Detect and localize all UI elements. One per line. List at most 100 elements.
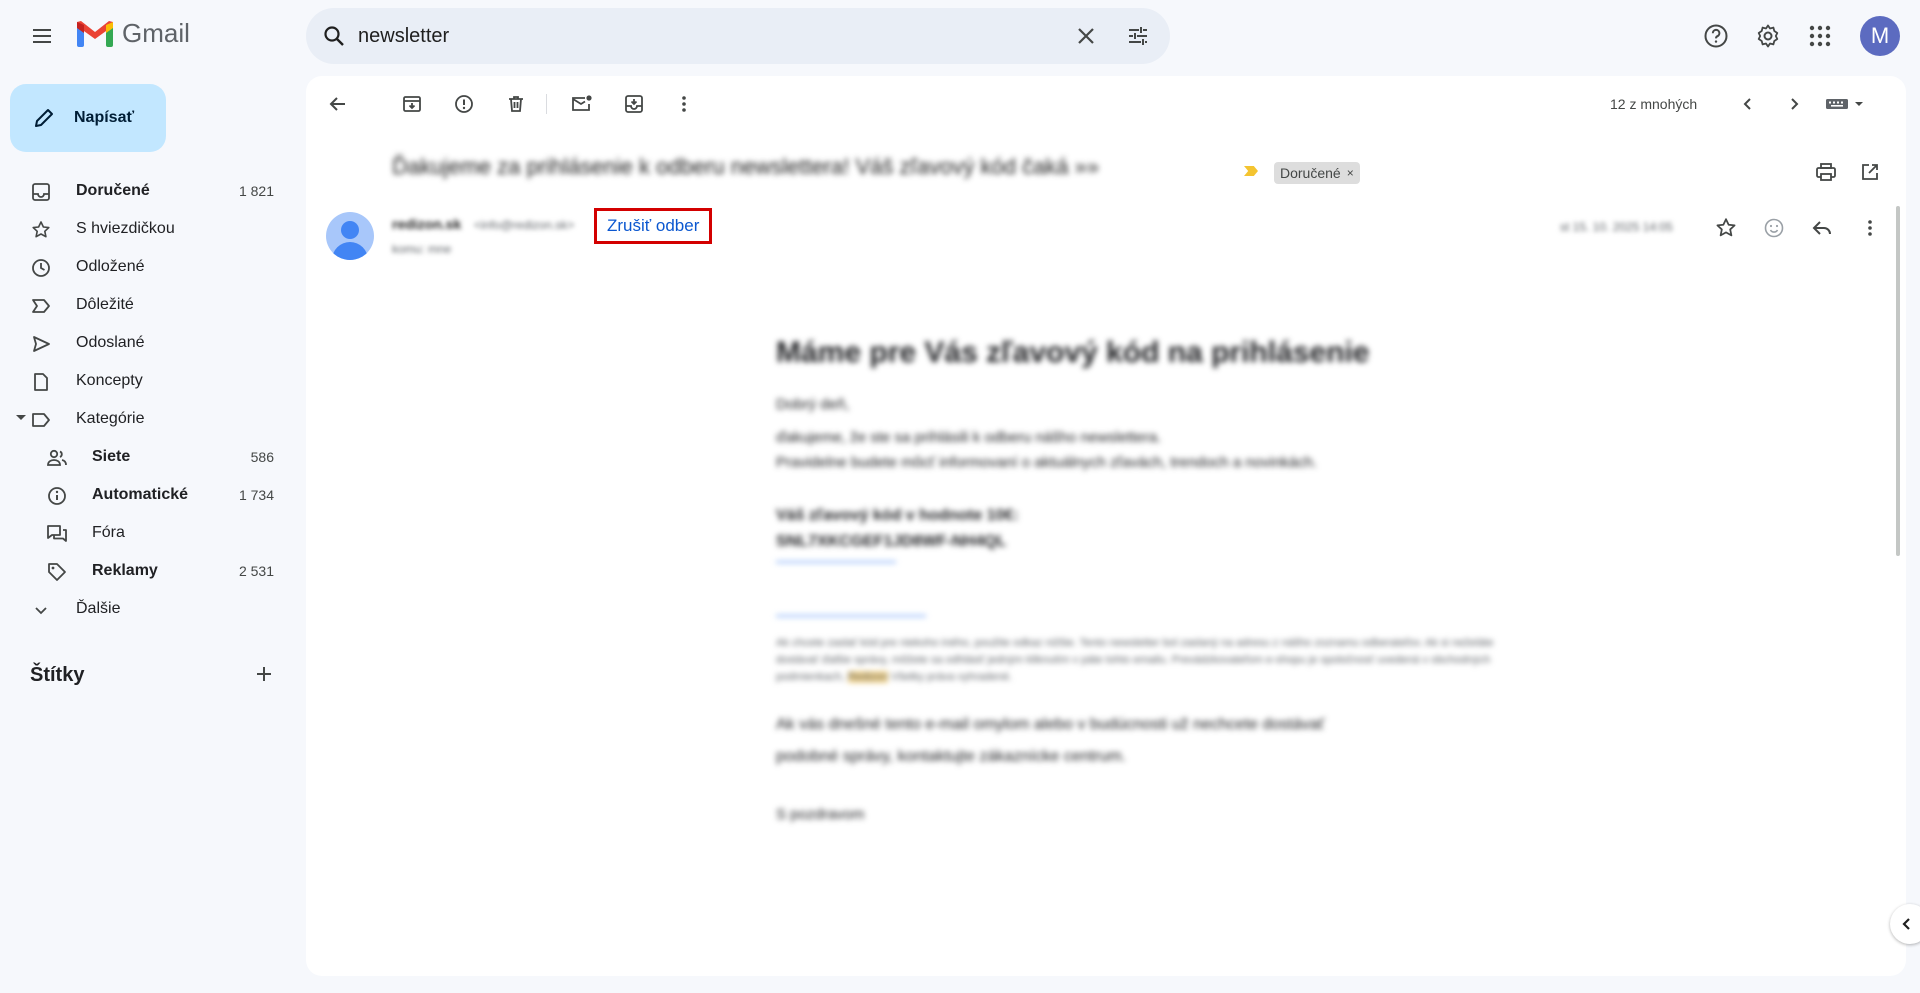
expand-caret-icon[interactable] (16, 415, 26, 420)
tune-icon (1129, 27, 1147, 45)
sidebar-item-social[interactable]: Siete 586 (0, 438, 290, 476)
trash-icon (509, 96, 523, 112)
search-options-button[interactable] (1122, 20, 1154, 52)
apps-grid-icon (1809, 25, 1831, 47)
chevron-left-icon (1902, 918, 1910, 930)
body-paragraph: Pravidelne budete môcť informovaní o akt… (776, 454, 1318, 471)
help-button[interactable] (1696, 16, 1736, 56)
body-paragraph: podobné správy, kontaktujte zákaznícke c… (776, 748, 1127, 765)
sidebar-item-label: Automatické (92, 486, 189, 503)
apps-button[interactable] (1800, 16, 1840, 56)
gmail-m-icon (77, 20, 113, 47)
sidebar-nav: Doručené 1 821 S hviezdičkou Odložené Dô… (0, 172, 290, 628)
message-view: 12 z mnohých Ďakujeme za prihlásenie k o… (306, 76, 1906, 976)
info-icon (46, 485, 68, 507)
sidebar-item-starred[interactable]: S hviezdičkou (0, 210, 290, 248)
body-paragraph: Ak vás dnešné tento e-mail omylom alebo … (776, 716, 1325, 733)
avatar-body (332, 242, 368, 260)
mark-unread-button[interactable] (564, 86, 600, 122)
create-label-button[interactable] (250, 660, 278, 688)
reply-button[interactable] (1804, 210, 1840, 246)
add-reaction-button[interactable] (1756, 210, 1792, 246)
close-icon (1078, 28, 1094, 44)
sidebar-item-updates[interactable]: Automatické 1 734 (0, 476, 290, 514)
sidebar-item-sent[interactable]: Odoslané (0, 324, 290, 362)
legal-highlight: Redizon (847, 671, 888, 683)
more-vert-icon (1868, 220, 1872, 236)
sidebar-item-label: Dôležité (76, 296, 134, 313)
sidebar-item-inbox[interactable]: Doručené 1 821 (0, 172, 290, 210)
main-menu-button[interactable] (22, 16, 62, 56)
labels-heading: Štítky (30, 664, 85, 686)
mail-unread-icon (572, 95, 592, 111)
compose-button[interactable]: Napísať (10, 84, 166, 152)
sidebar-item-snoozed[interactable]: Odložené (0, 248, 290, 286)
input-tools-button[interactable] (1816, 86, 1876, 122)
sidebar-item-label: Fóra (92, 524, 125, 541)
remove-label-icon[interactable]: × (1347, 166, 1354, 180)
inbox-label-chip: Doručené × (1274, 162, 1360, 184)
search-icon (324, 26, 344, 46)
sidebar-item-more[interactable]: Ďalšie (0, 590, 290, 628)
sidebar-item-count: 2 531 (238, 563, 274, 579)
sidebar-item-forums[interactable]: Fóra (0, 514, 290, 552)
arrow-left-icon (329, 97, 345, 111)
compose-label: Napísať (74, 109, 135, 126)
unsubscribe-link[interactable]: Zrušiť odber (594, 208, 713, 244)
settings-button[interactable] (1748, 16, 1788, 56)
clear-search-button[interactable] (1070, 20, 1102, 52)
body-heading: Máme pre Vás zľavový kód na prihlásenie (776, 336, 1370, 369)
legal-line: Všetky práva vyhradené. (890, 671, 1013, 683)
back-button[interactable] (320, 86, 356, 122)
sidebar-item-label: Odoslané (76, 334, 145, 351)
sidebar-item-count: 1 821 (238, 183, 274, 199)
star-message-button[interactable] (1708, 210, 1744, 246)
tag-icon (46, 561, 68, 583)
discount-code: SNL7XKCGEF1JD8WF-NH4QL (776, 533, 1007, 550)
message-more-button[interactable] (1852, 210, 1888, 246)
avatar-head (341, 221, 359, 239)
move-to-button[interactable] (616, 86, 652, 122)
chevron-right-icon (1791, 98, 1799, 110)
clock-icon (30, 257, 52, 279)
search-button[interactable] (320, 22, 348, 50)
newer-button[interactable] (1730, 86, 1766, 122)
sender-email: <info@redizon.sk> (474, 218, 575, 232)
sidebar-item-label: Doručené (76, 182, 150, 199)
print-icon (1816, 163, 1836, 181)
draft-icon (30, 371, 52, 393)
scrollbar-thumb[interactable] (1896, 206, 1900, 556)
older-button[interactable] (1776, 86, 1812, 122)
delete-button[interactable] (498, 86, 534, 122)
message-date: st 15. 10. 2025 14:05 (1560, 220, 1673, 234)
sidebar-item-drafts[interactable]: Koncepty (0, 362, 290, 400)
label-chip-text: Doručené (1280, 165, 1341, 181)
people-icon (46, 447, 68, 469)
archive-icon (403, 96, 421, 112)
sidebar-item-categories[interactable]: Kategórie (0, 400, 290, 438)
email-body: Máme pre Vás zľavový kód na prihlásenie … (776, 336, 1496, 831)
body-signoff: S pozdravom (776, 806, 865, 823)
account-avatar[interactable]: M (1860, 16, 1900, 56)
sender-name[interactable]: redizon.sk (392, 216, 461, 232)
sidebar-item-label: Odložené (76, 258, 145, 275)
sidebar-item-label: Siete (92, 448, 131, 465)
sidebar-item-important[interactable]: Dôležité (0, 286, 290, 324)
recipient-details[interactable]: komu: mne (392, 242, 451, 256)
more-actions-button[interactable] (666, 86, 702, 122)
gmail-logo[interactable]: Gmail (76, 18, 190, 49)
top-bar: Gmail M (0, 0, 1920, 72)
archive-button[interactable] (394, 86, 430, 122)
print-button[interactable] (1808, 154, 1844, 190)
open-new-window-button[interactable] (1852, 154, 1888, 190)
help-icon (1704, 24, 1728, 48)
importance-marker-icon[interactable] (1244, 166, 1258, 176)
sender-avatar[interactable] (326, 212, 374, 260)
sidebar-item-label: Kategórie (76, 410, 145, 427)
sidebar-item-promotions[interactable]: Reklamy 2 531 (0, 552, 290, 590)
star-icon (1716, 218, 1736, 237)
search-bar (306, 8, 1170, 64)
sidebar-item-count: 586 (250, 449, 274, 465)
search-input[interactable] (358, 20, 998, 52)
report-spam-button[interactable] (446, 86, 482, 122)
